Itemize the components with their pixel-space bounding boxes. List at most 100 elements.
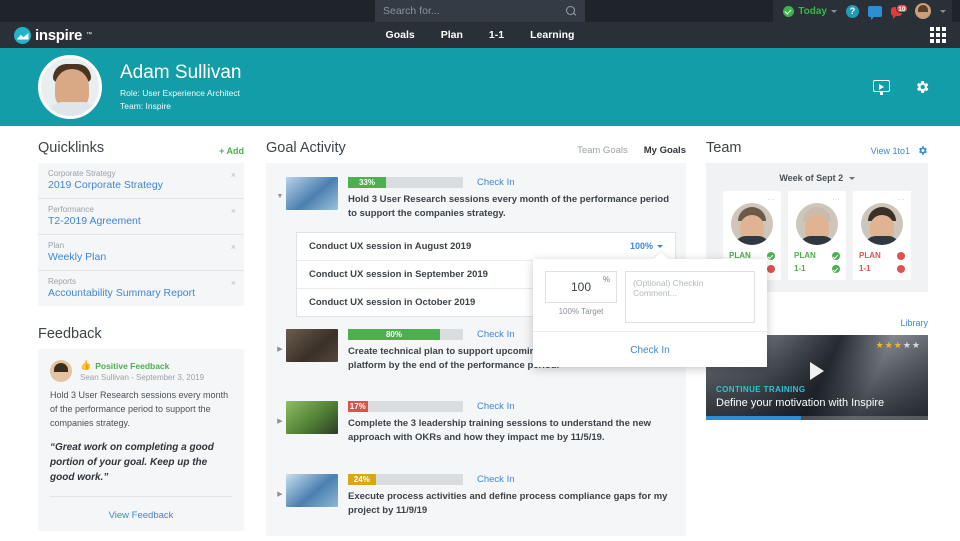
play-icon[interactable] [810, 361, 824, 380]
milestone-percent-dropdown[interactable]: 100% [630, 241, 663, 251]
today-label: Today [798, 5, 827, 17]
nav-item-1-1[interactable]: 1-1 [489, 29, 504, 41]
goal-description: Execute process activities and define pr… [348, 490, 668, 516]
avatar [861, 203, 903, 245]
profile-avatar[interactable] [38, 55, 102, 119]
avatar [796, 203, 838, 245]
gear-icon[interactable] [917, 145, 928, 156]
chevron-down-icon[interactable] [831, 9, 837, 13]
search-input[interactable] [383, 5, 553, 17]
submit-checkin-button[interactable]: Check In [630, 345, 669, 356]
percent-symbol: % [602, 275, 610, 284]
table-row[interactable]: ▼ 33% Check In Hold 3 User Research sess… [266, 171, 686, 228]
check-in-button[interactable]: Check In [477, 329, 515, 340]
status-badge: 1-1 [793, 262, 841, 275]
quicklink-label[interactable]: T2-2019 Agreement [48, 215, 234, 227]
quicklink-label[interactable]: Accountability Summary Report [48, 287, 234, 299]
notifications-icon[interactable]: 10 [891, 3, 908, 19]
check-in-button[interactable]: Check In [477, 177, 515, 188]
chevron-down-icon[interactable]: ▼ [274, 177, 286, 200]
view-feedback-button[interactable]: View Feedback [109, 510, 174, 521]
nav-links: Goals Plan 1-1 Learning [0, 29, 960, 41]
feedback-footer: View Feedback [50, 495, 232, 531]
percent-input-wrap[interactable]: % [545, 271, 617, 303]
week-selector[interactable]: Week of Sept 2 [715, 173, 919, 183]
progress-label: 24% [353, 474, 370, 484]
grid-apps-icon[interactable] [930, 27, 946, 43]
close-icon[interactable]: × [231, 278, 236, 288]
list-item[interactable]: Corporate Strategy 2019 Corporate Strate… [38, 163, 244, 199]
checkin-comment-input[interactable] [633, 278, 747, 316]
monitor-present-icon[interactable] [873, 79, 890, 95]
add-quicklink-button[interactable]: + Add [219, 146, 244, 156]
progress-label: 80% [385, 329, 402, 339]
table-row[interactable]: ▶ 24% Check In Execute process activitie… [266, 468, 686, 525]
chevron-right-icon[interactable]: ▶ [274, 329, 286, 353]
nav-item-learning[interactable]: Learning [530, 29, 574, 41]
tab-team-goals[interactable]: Team Goals [577, 145, 628, 156]
list-item[interactable]: Plan Weekly Plan × [38, 235, 244, 271]
chevron-right-icon[interactable]: ▶ [274, 401, 286, 425]
percent-input[interactable] [558, 280, 604, 294]
library-button[interactable]: Library [900, 318, 928, 328]
milestone-label: Conduct UX session in August 2019 [309, 240, 472, 252]
quicklink-category: Performance [48, 205, 94, 214]
check-in-button[interactable]: Check In [477, 401, 515, 412]
ellipsis-icon[interactable]: … [728, 194, 776, 202]
table-row[interactable]: ▶ 17% Check In Complete the 3 leadership… [266, 395, 686, 452]
global-search[interactable] [375, 0, 585, 22]
ellipsis-icon[interactable]: … [858, 194, 906, 202]
close-icon[interactable]: × [231, 206, 236, 216]
chevron-right-icon[interactable]: ▶ [274, 474, 286, 498]
status-label: 1-1 [794, 264, 806, 273]
search-icon[interactable] [566, 5, 577, 17]
quicklink-category: Reports [48, 277, 77, 286]
goal-progress-row: 24% Check In [348, 473, 674, 485]
status-dot-ok [832, 251, 840, 260]
view-1to1-button[interactable]: View 1to1 [871, 146, 910, 156]
milestone-label: Conduct UX session in September 2019 [309, 268, 488, 280]
gear-icon[interactable] [914, 79, 930, 95]
account-chevron-down-icon[interactable] [940, 9, 946, 13]
quicklink-label[interactable]: 2019 Corporate Strategy [48, 179, 234, 191]
feedback-quote: “Great work on completing a good portion… [50, 441, 214, 483]
progress-bar: 33% [348, 177, 463, 188]
list-item[interactable]: … PLAN 1-1 [788, 191, 846, 280]
team-actions: View 1to1 [871, 145, 928, 156]
goal-progress-row: 33% Check In [348, 177, 674, 188]
quicklink-label[interactable]: Weekly Plan [48, 251, 234, 263]
chat-icon[interactable] [868, 5, 882, 20]
feedback-title: Feedback [38, 326, 102, 342]
quicklink-category: Corporate Strategy [48, 169, 116, 178]
close-icon[interactable]: × [231, 242, 236, 252]
nav-item-plan[interactable]: Plan [441, 29, 463, 41]
today-status[interactable]: Today [783, 5, 837, 17]
avatar [50, 360, 72, 382]
nav-item-goals[interactable]: Goals [386, 29, 415, 41]
comment-field-wrap[interactable] [625, 271, 755, 323]
help-icon[interactable]: ? [846, 4, 859, 18]
avatar [731, 203, 773, 245]
avatar[interactable] [915, 3, 931, 19]
feedback-section: Feedback 👍 Positive Feedback Sean Sulliv… [38, 326, 244, 531]
status-label: PLAN [794, 251, 816, 260]
target-label: 100% Target [558, 307, 604, 316]
progress-label: 33% [358, 178, 375, 187]
status-label: 1-1 [859, 264, 871, 273]
tab-my-goals[interactable]: My Goals [644, 145, 686, 156]
quicklinks-header: Quicklinks + Add [38, 140, 244, 156]
ellipsis-icon[interactable]: … [793, 194, 841, 202]
training-progress-bar [706, 416, 928, 420]
training-kicker: CONTINUE TRAINING [716, 385, 806, 394]
list-item[interactable]: Reports Accountability Summary Report × [38, 271, 244, 306]
list-item[interactable]: Performance T2-2019 Agreement × [38, 199, 244, 235]
list-item[interactable]: … PLAN 1-1 [853, 191, 911, 280]
page-title: Goal Activity [266, 140, 346, 156]
status-label: PLAN [859, 251, 881, 260]
close-icon[interactable]: × [231, 170, 236, 180]
banner-actions [873, 79, 930, 95]
list-item[interactable]: Conduct UX session in August 2019 100% [297, 233, 675, 261]
goal-activity-tabs: Team Goals My Goals [577, 145, 686, 156]
goal-description: Hold 3 User Research sessions every mont… [348, 194, 669, 220]
check-in-button[interactable]: Check In [477, 474, 515, 485]
